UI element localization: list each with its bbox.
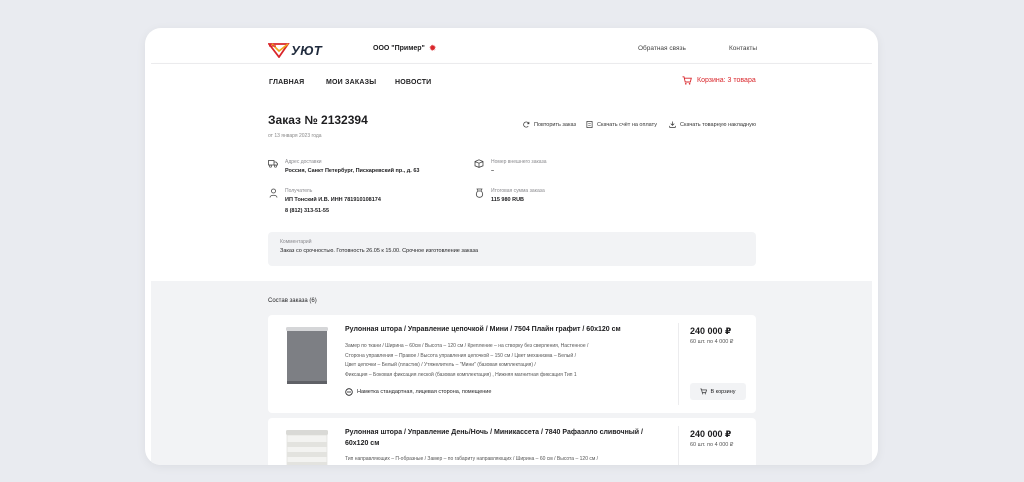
- cart-link[interactable]: Корзина: 3 товара: [682, 76, 756, 85]
- cart-icon: [700, 388, 708, 395]
- nav-item-my-orders[interactable]: МОИ ЗАКАЗЫ: [326, 79, 376, 86]
- logo-icon: [268, 43, 290, 58]
- cassette-blind-image: [286, 430, 328, 465]
- roller-blind-image: [286, 327, 328, 384]
- cart-label: Корзина: 3 товара: [697, 77, 756, 84]
- document-icon: [586, 121, 593, 128]
- page-title: Заказ № 2132394: [268, 113, 368, 127]
- nav-item-news[interactable]: НОВОСТИ: [395, 79, 431, 86]
- logo[interactable]: УЮТ: [268, 41, 322, 59]
- product-name[interactable]: Рулонная штора / Управление День/Ночь / …: [345, 427, 665, 449]
- company-selector[interactable]: ООО "Пример" ✹: [373, 44, 436, 53]
- cart-icon: [682, 76, 692, 85]
- contacts-link[interactable]: Контакты: [729, 45, 757, 52]
- external-value: –: [491, 168, 495, 174]
- nav-item-home[interactable]: ГЛАВНАЯ: [269, 79, 304, 86]
- recipient-value: ИП Тонский И.В. ИНН 781910108174: [285, 197, 381, 203]
- main-nav: ГЛАВНАЯ МОИ ЗАКАЗЫ НОВОСТИ Корзина: 3 то…: [151, 64, 872, 101]
- no-icon: [345, 388, 353, 396]
- user-icon: [268, 188, 278, 198]
- truck-icon: [268, 159, 278, 169]
- wallet-icon: [474, 188, 484, 198]
- add-to-cart-button[interactable]: В корзину: [690, 383, 746, 400]
- spec-line: Тип направляющих – П-образные / Замер – …: [345, 456, 599, 462]
- box-icon: [474, 159, 484, 169]
- delivery-address: Адрес доставки Россия, Санкт Петербург, …: [268, 159, 419, 174]
- divider: [678, 426, 679, 465]
- product-card: Рулонная штора / Управление цепочкой / М…: [268, 315, 756, 413]
- comment-text: Заказ со срочностью. Готовность 26.05 к …: [280, 248, 479, 254]
- order-date: от 13 января 2023 года: [268, 133, 322, 139]
- total-value: 115 980 RUB: [491, 197, 525, 203]
- refresh-icon: [523, 121, 530, 128]
- product-price: 240 000 ₽: [690, 429, 732, 439]
- composition-title: Состав заказа (6): [268, 298, 317, 304]
- comment-box: Комментарий Заказ со срочностью. Готовно…: [268, 232, 756, 266]
- recipient: Получатель ИП Тонский И.В. ИНН 781910108…: [268, 188, 381, 214]
- order-total: Итоговая сумма заказа 115 980 RUB: [474, 188, 545, 203]
- product-note: Наметка стандартная, лицевая сторона, по…: [345, 388, 491, 396]
- comment-label: Комментарий: [280, 239, 312, 245]
- download-waybill-button[interactable]: Скачать товарную накладную: [669, 121, 756, 128]
- repeat-order-button[interactable]: Повторить заказ: [523, 121, 576, 128]
- device-frame: УЮТ ООО "Пример" ✹ Обратная связь Контак…: [145, 28, 878, 465]
- spec-line: Цвет цепочки – Белый (пластик) / Утяжели…: [345, 362, 536, 368]
- product-name[interactable]: Рулонная штора / Управление цепочкой / М…: [345, 324, 665, 335]
- product-specs: Замер по ткани / Ширина – 60см / Высота …: [345, 342, 665, 380]
- spec-line: Фиксация – Боковая фиксация леской (базо…: [345, 371, 577, 378]
- download-invoice-label: Скачать счёт на оплату: [597, 121, 657, 128]
- feedback-link[interactable]: Обратная связь: [638, 45, 686, 52]
- product-card: Рулонная штора / Управление День/Ночь / …: [268, 418, 756, 465]
- product-note-text: Наметка стандартная, лицевая сторона, по…: [357, 389, 492, 395]
- company-name: ООО "Пример": [373, 45, 425, 52]
- download-waybill-label: Скачать товарную накладную: [680, 121, 757, 128]
- top-bar: УЮТ ООО "Пример" ✹ Обратная связь Контак…: [151, 36, 872, 64]
- spec-line: Замер по ткани / Ширина – 60см / Высота …: [345, 343, 589, 349]
- logo-text: УЮТ: [291, 42, 323, 58]
- external-order-number: Номер внешнего заказа –: [474, 159, 547, 174]
- product-price: 240 000 ₽: [690, 326, 732, 336]
- external-label: Номер внешнего заказа: [491, 159, 547, 165]
- recipient-phone: 8 (812) 313-51-55: [285, 208, 330, 214]
- product-specs: Тип направляющих – П-образные / Замер – …: [345, 455, 665, 465]
- download-icon: [669, 121, 676, 128]
- delivery-value: Россия, Санкт Петербург, Пискаревский пр…: [285, 168, 420, 174]
- download-invoice-button[interactable]: Скачать счёт на оплату: [586, 121, 657, 128]
- app-screen: УЮТ ООО "Пример" ✹ Обратная связь Контак…: [151, 36, 872, 465]
- product-unit-price: 60 шт. по 4 000 ₽: [690, 442, 734, 448]
- repeat-order-label: Повторить заказ: [534, 121, 576, 128]
- gear-icon[interactable]: ✹: [429, 44, 437, 53]
- spec-line: Сторона управления – Правое / Высота упр…: [345, 352, 576, 359]
- recipient-label: Получатель: [285, 188, 313, 194]
- divider: [678, 323, 679, 405]
- order-details: Заказ № 2132394 от 13 января 2023 года П…: [151, 101, 872, 281]
- total-label: Итоговая сумма заказа: [491, 188, 545, 194]
- add-to-cart-label: В корзину: [710, 388, 736, 395]
- delivery-label: Адрес доставки: [285, 159, 322, 165]
- product-unit-price: 60 шт. по 4 000 ₽: [690, 339, 734, 345]
